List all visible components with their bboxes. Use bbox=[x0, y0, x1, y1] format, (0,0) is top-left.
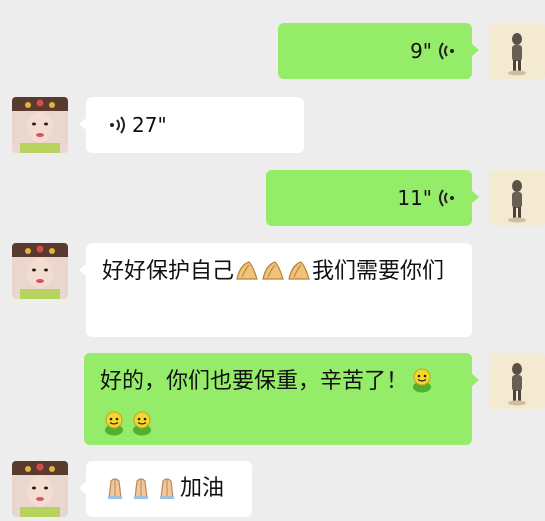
text-message-bubble[interactable]: 好好保护自己 我们需要你们 bbox=[79, 243, 472, 337]
text-message-bubble[interactable]: 加油 bbox=[79, 461, 252, 517]
voice-wave-icon bbox=[108, 115, 126, 135]
contact-avatar[interactable] bbox=[12, 97, 68, 153]
self-avatar[interactable] bbox=[489, 23, 545, 79]
contact-avatar[interactable] bbox=[12, 243, 68, 299]
voice-duration: 9" bbox=[410, 39, 432, 63]
message-text: 好的，你们也要保重，辛苦了！ bbox=[100, 369, 409, 394]
voice-wave-icon bbox=[438, 41, 456, 61]
praying-hands-icon bbox=[154, 475, 180, 513]
self-avatar[interactable] bbox=[489, 353, 545, 409]
praying-hands-icon bbox=[128, 475, 154, 513]
green-smiley-icon bbox=[128, 410, 156, 449]
clap-hands-icon bbox=[260, 258, 286, 296]
chat-window: 9" 27" 11" 好好保护自己 我们需要你们 好的，你们也要保重，辛苦了！ … bbox=[0, 0, 545, 521]
voice-message-bubble[interactable]: 27" bbox=[79, 97, 304, 153]
message-text: 加油 bbox=[180, 476, 225, 501]
voice-message-bubble[interactable]: 11" bbox=[266, 170, 479, 226]
voice-duration: 11" bbox=[397, 186, 432, 210]
contact-avatar[interactable] bbox=[12, 461, 68, 517]
voice-wave-icon bbox=[438, 188, 456, 208]
message-text: 我们需要你们 bbox=[312, 259, 445, 284]
clap-hands-icon bbox=[286, 258, 312, 296]
clap-hands-icon bbox=[234, 258, 260, 296]
self-avatar[interactable] bbox=[489, 170, 545, 226]
praying-hands-icon bbox=[102, 475, 128, 513]
voice-message-bubble[interactable]: 9" bbox=[278, 23, 479, 79]
voice-duration: 27" bbox=[132, 113, 167, 137]
green-smiley-icon bbox=[408, 367, 436, 406]
green-smiley-icon bbox=[100, 410, 128, 449]
text-message-bubble[interactable]: 好的，你们也要保重，辛苦了！ bbox=[84, 353, 479, 445]
message-text: 好好保护自己 bbox=[102, 259, 235, 284]
